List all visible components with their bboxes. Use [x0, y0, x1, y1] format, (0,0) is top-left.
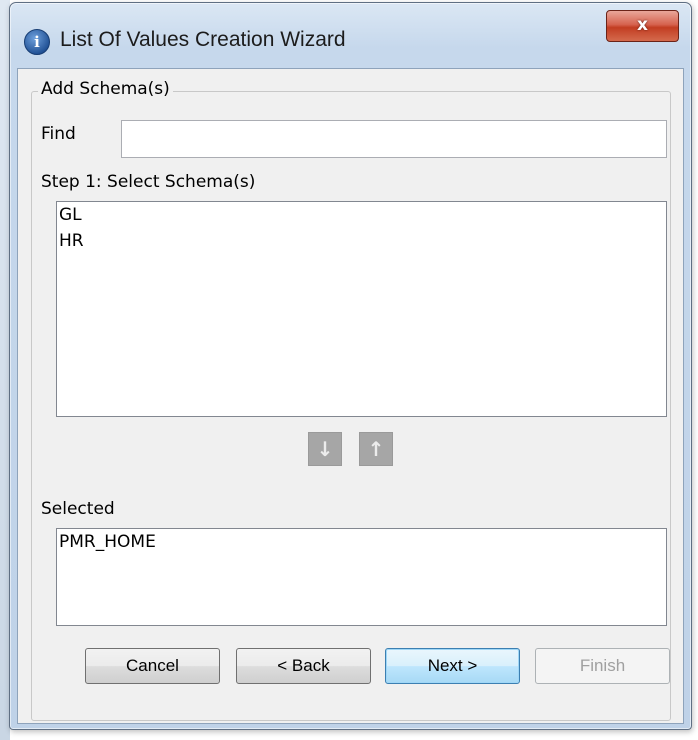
available-schemas-list[interactable]: GL HR	[56, 201, 667, 417]
step1-label: Step 1: Select Schema(s)	[41, 172, 256, 192]
find-label: Find	[41, 124, 76, 144]
list-item[interactable]: PMR_HOME	[57, 529, 666, 555]
dialog-content: Add Schema(s) Find Step 1: Select Schema…	[17, 68, 684, 724]
selected-label: Selected	[41, 499, 115, 519]
arrow-up-icon: ↑	[367, 437, 385, 461]
selected-schemas-list[interactable]: PMR_HOME	[56, 528, 667, 626]
move-up-button[interactable]: ↑	[359, 432, 393, 466]
finish-button[interactable]: Finish	[535, 648, 670, 684]
dialog-title: List Of Values Creation Wizard	[60, 28, 346, 51]
group-legend: Add Schema(s)	[38, 79, 173, 99]
close-button[interactable]: x	[606, 10, 679, 42]
next-button[interactable]: Next >	[385, 648, 520, 684]
move-down-button[interactable]: ↓	[308, 432, 342, 466]
find-input[interactable]	[121, 120, 667, 158]
close-icon: x	[637, 15, 648, 35]
arrow-down-icon: ↓	[316, 437, 334, 461]
title-bar[interactable]: i List Of Values Creation Wizard x	[10, 3, 691, 67]
cancel-button[interactable]: Cancel	[85, 648, 220, 684]
wizard-dialog: i List Of Values Creation Wizard x Add S…	[9, 2, 692, 730]
list-item[interactable]: GL	[57, 202, 666, 228]
list-item[interactable]: HR	[57, 228, 666, 254]
info-icon: i	[24, 29, 50, 55]
back-button[interactable]: < Back	[236, 648, 371, 684]
